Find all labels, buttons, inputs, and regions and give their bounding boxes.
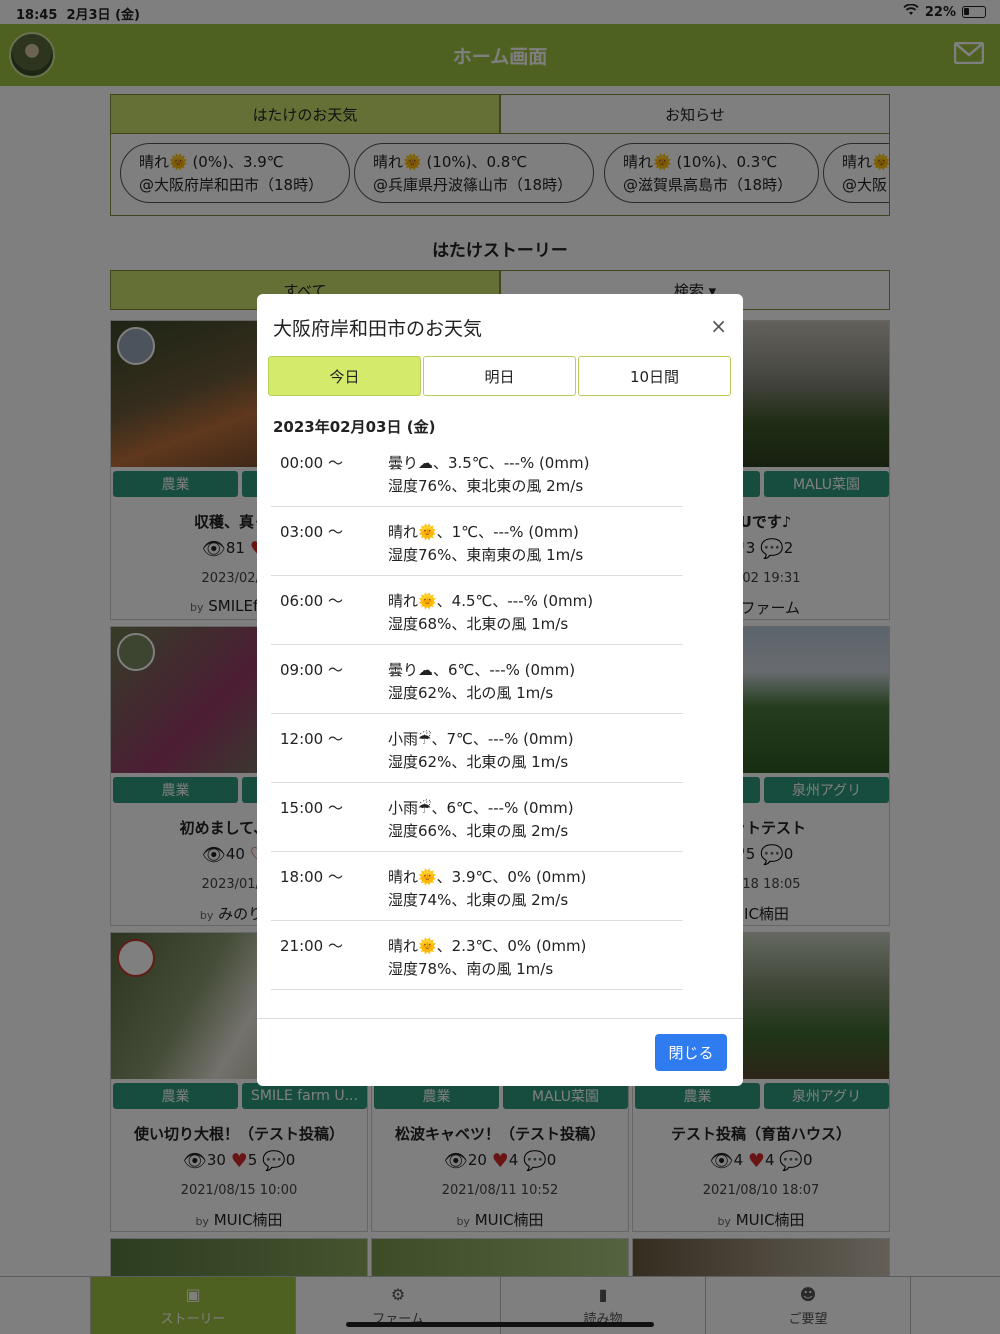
forecast-time: 18:00 〜 (280, 868, 343, 886)
forecast-summary: 小雨☔、7℃、---% (0mm) (388, 730, 574, 748)
forecast-summary: 晴れ🌞、1℃、---% (0mm) (388, 523, 579, 541)
home-indicator[interactable] (346, 1322, 654, 1327)
close-button[interactable]: 閉じる (655, 1034, 727, 1071)
modal-title: 大阪府岸和田市のお天気 (273, 318, 483, 340)
forecast-row: 12:00 〜 小雨☔、7℃、---% (0mm) 湿度62%、北東の風 1m/… (271, 714, 683, 783)
forecast-summary: 晴れ🌞、4.5℃、---% (0mm) (388, 592, 594, 610)
forecast-time: 15:00 〜 (280, 799, 343, 817)
tab-today[interactable]: 今日 (268, 356, 421, 396)
forecast-time: 12:00 〜 (280, 730, 343, 748)
forecast-list: 00:00 〜 曇り☁、3.5℃、---% (0mm) 湿度76%、東北東の風 … (271, 438, 683, 990)
tab-10-days[interactable]: 10日間 (578, 356, 731, 396)
forecast-humidity-wind: 湿度76%、東南東の風 1m/s (388, 546, 584, 564)
forecast-time: 09:00 〜 (280, 661, 343, 679)
forecast-row: 00:00 〜 曇り☁、3.5℃、---% (0mm) 湿度76%、東北東の風 … (271, 438, 683, 507)
forecast-date: 2023年02月03日 (金) (273, 418, 436, 436)
forecast-humidity-wind: 湿度66%、北東の風 2m/s (388, 822, 569, 840)
forecast-row: 06:00 〜 晴れ🌞、4.5℃、---% (0mm) 湿度68%、北東の風 1… (271, 576, 683, 645)
forecast-humidity-wind: 湿度68%、北東の風 1m/s (388, 615, 569, 633)
forecast-tabs: 今日 明日 10日間 (268, 356, 731, 396)
forecast-time: 00:00 〜 (280, 454, 343, 472)
forecast-time: 06:00 〜 (280, 592, 343, 610)
forecast-time: 21:00 〜 (280, 937, 343, 955)
close-icon[interactable]: × (710, 314, 727, 338)
forecast-row: 03:00 〜 晴れ🌞、1℃、---% (0mm) 湿度76%、東南東の風 1m… (271, 507, 683, 576)
forecast-summary: 小雨☔、6℃、---% (0mm) (388, 799, 574, 817)
forecast-time: 03:00 〜 (280, 523, 343, 541)
forecast-row: 21:00 〜 晴れ🌞、2.3℃、0% (0mm) 湿度78%、南の風 1m/s (271, 921, 683, 990)
forecast-humidity-wind: 湿度62%、北の風 1m/s (388, 684, 554, 702)
forecast-summary: 晴れ🌞、3.9℃、0% (0mm) (388, 868, 587, 886)
forecast-humidity-wind: 湿度62%、北東の風 1m/s (388, 753, 569, 771)
forecast-row: 18:00 〜 晴れ🌞、3.9℃、0% (0mm) 湿度74%、北東の風 2m/… (271, 852, 683, 921)
forecast-summary: 曇り☁、6℃、---% (0mm) (388, 661, 576, 679)
forecast-humidity-wind: 湿度76%、東北東の風 2m/s (388, 477, 584, 495)
forecast-humidity-wind: 湿度74%、北東の風 2m/s (388, 891, 569, 909)
tab-tomorrow[interactable]: 明日 (423, 356, 576, 396)
forecast-row: 15:00 〜 小雨☔、6℃、---% (0mm) 湿度66%、北東の風 2m/… (271, 783, 683, 852)
modal-footer (257, 1018, 743, 1019)
forecast-summary: 曇り☁、3.5℃、---% (0mm) (388, 454, 590, 472)
forecast-humidity-wind: 湿度78%、南の風 1m/s (388, 960, 554, 978)
weather-modal: 大阪府岸和田市のお天気 × 今日 明日 10日間 2023年02月03日 (金)… (257, 294, 743, 1086)
forecast-row: 09:00 〜 曇り☁、6℃、---% (0mm) 湿度62%、北の風 1m/s (271, 645, 683, 714)
forecast-summary: 晴れ🌞、2.3℃、0% (0mm) (388, 937, 587, 955)
